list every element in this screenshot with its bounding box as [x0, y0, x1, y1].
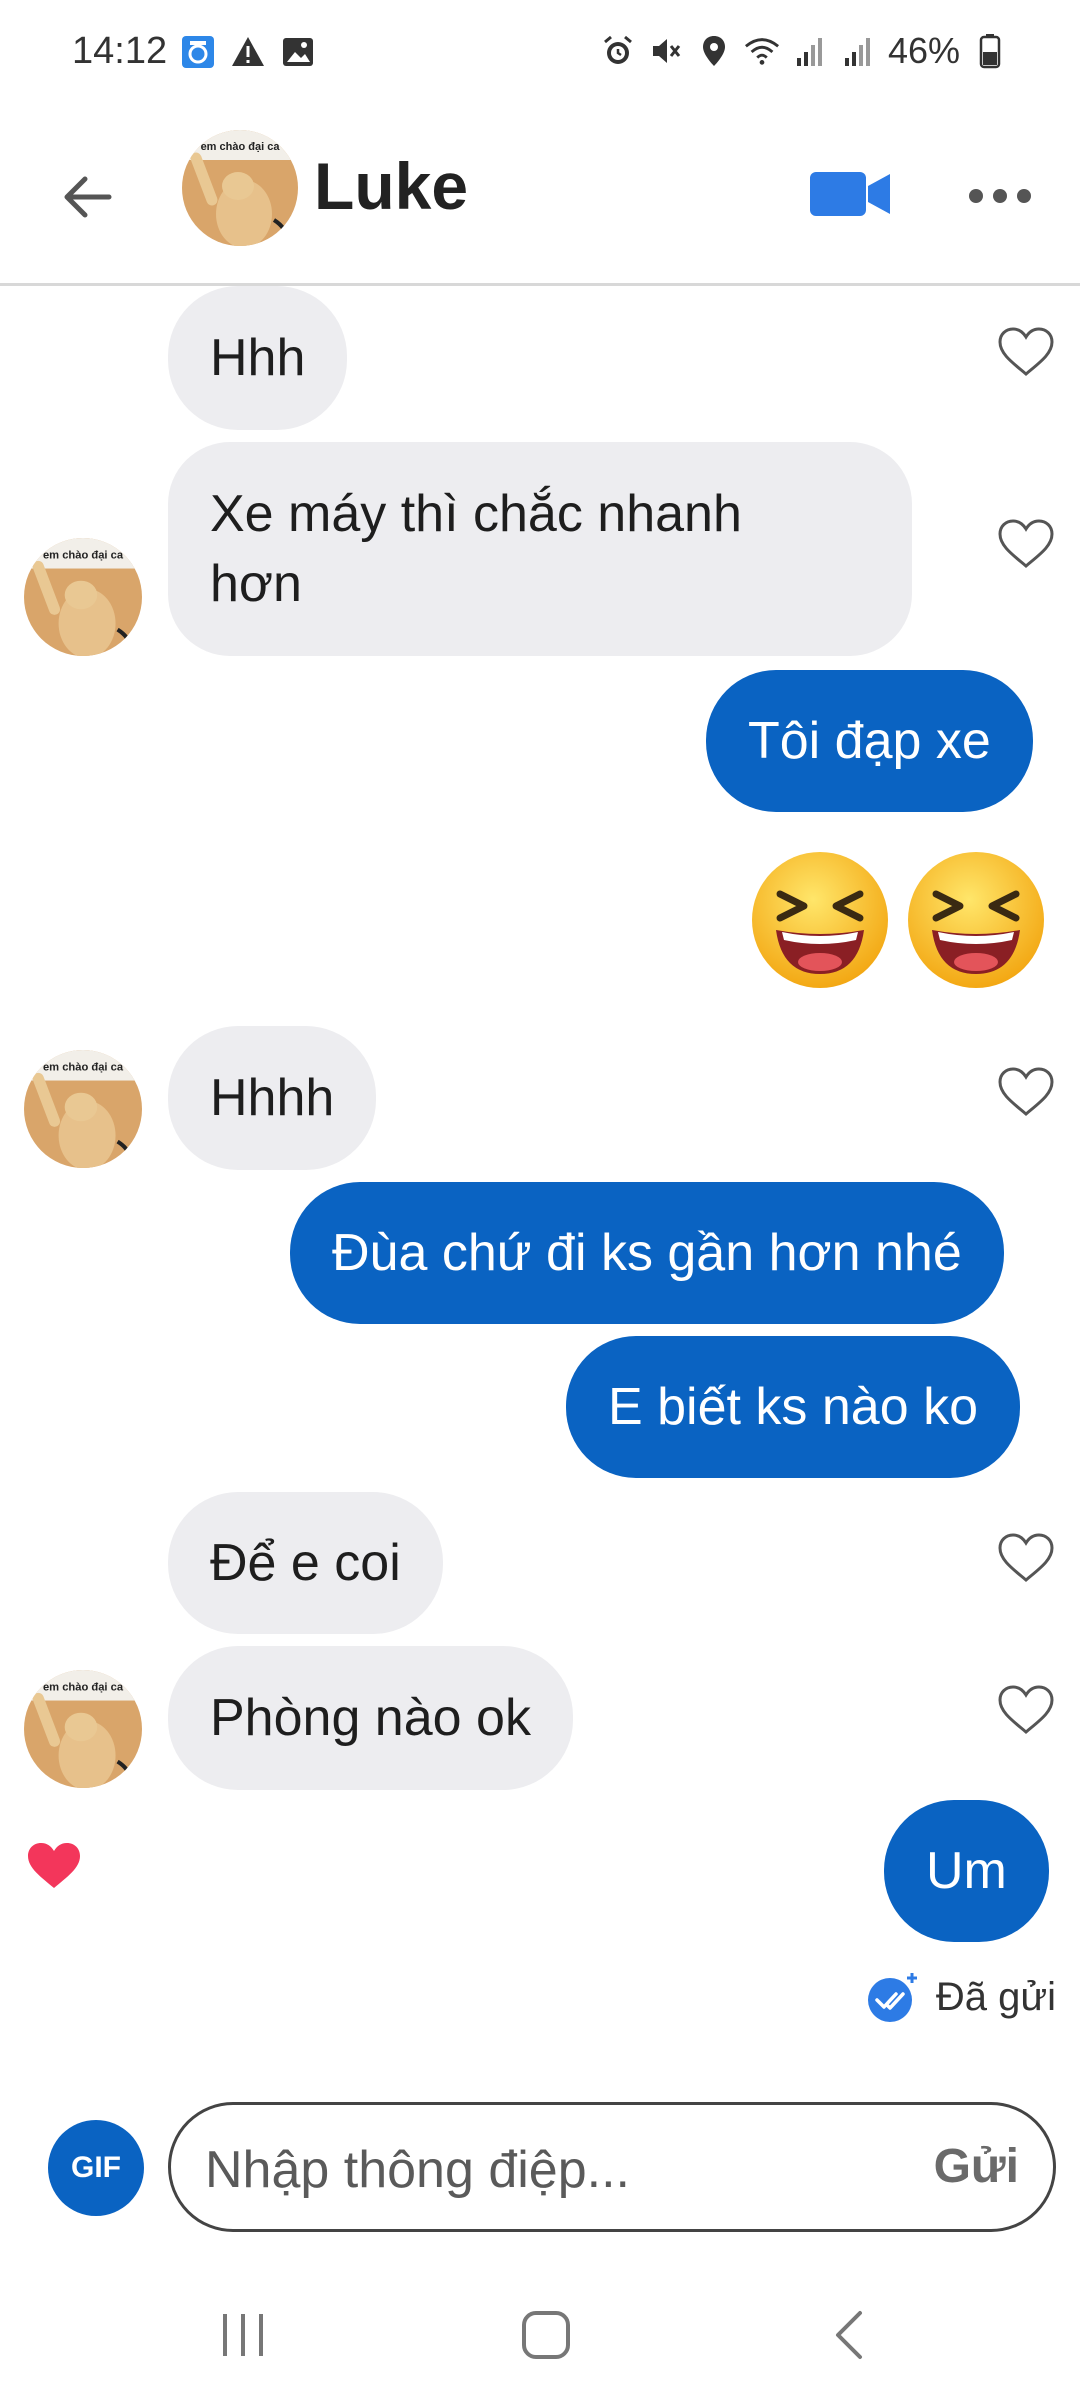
heart-outline-icon	[998, 519, 1054, 568]
heart-outline-icon	[998, 1533, 1054, 1582]
svg-text:em chào đại ca: em chào đại ca	[43, 1061, 124, 1073]
heart-outline-icon	[998, 1067, 1054, 1116]
sent-check-icon	[867, 1973, 917, 2022]
avatar[interactable]: em chào đại ca	[24, 538, 142, 656]
gif-button[interactable]: GIF	[48, 2120, 144, 2216]
message-incoming[interactable]: Xe máy thì chắc nhanh hơn	[168, 442, 912, 656]
message-incoming[interactable]: Hhh	[168, 286, 348, 430]
wifi-icon	[744, 33, 780, 69]
laughing-face-icon	[908, 852, 1044, 988]
location-icon	[696, 33, 732, 69]
like-message-button[interactable]	[996, 322, 1056, 382]
message-incoming[interactable]: Để e coi	[168, 1492, 443, 1634]
home-button[interactable]	[506, 2300, 586, 2370]
image-icon	[280, 34, 316, 70]
arrow-left-icon	[64, 176, 112, 218]
more-options-button[interactable]	[962, 166, 1038, 226]
svg-text:em chào đại ca: em chào đại ca	[43, 1681, 124, 1693]
like-message-button[interactable]	[996, 1680, 1056, 1740]
battery-icon	[972, 33, 1008, 69]
system-nav-bar	[0, 2260, 1080, 2400]
heart-filled-icon	[28, 1843, 80, 1888]
like-message-button[interactable]	[996, 1528, 1056, 1588]
message-outgoing[interactable]: Đùa chứ đi ks gần hơn nhé	[290, 1182, 1004, 1324]
message-outgoing[interactable]: Tôi đạp xe	[706, 670, 1033, 812]
contact-name[interactable]: Luke	[314, 148, 468, 224]
contact-avatar[interactable]: em chào đại ca	[182, 130, 298, 246]
signal-icon	[792, 33, 828, 69]
status-bar: 14:12 46%	[0, 0, 1080, 110]
laughing-face-icon	[752, 852, 888, 988]
more-horizontal-icon	[969, 189, 1031, 203]
message-outgoing[interactable]: E biết ks nào ko	[566, 1336, 1020, 1478]
status-time: 14:12	[72, 30, 168, 72]
chevron-left-icon	[836, 2311, 862, 2359]
message-composer: Gửi	[168, 2102, 1056, 2232]
recent-apps-icon	[223, 2314, 263, 2356]
emoji-message[interactable]	[748, 848, 1058, 996]
heart-outline-icon	[998, 327, 1054, 376]
back-button[interactable]	[52, 162, 122, 232]
message-input[interactable]	[205, 2127, 865, 2213]
avatar[interactable]: em chào đại ca	[24, 1050, 142, 1168]
avatar[interactable]: em chào đại ca	[24, 1670, 142, 1788]
battery-percent: 46%	[887, 30, 960, 71]
video-camera-icon	[810, 172, 890, 216]
avatar-caption: em chào đại ca	[201, 141, 281, 153]
recent-apps-button[interactable]	[204, 2300, 284, 2370]
message-incoming[interactable]: Phòng nào ok	[168, 1646, 573, 1790]
like-message-button[interactable]	[996, 514, 1056, 574]
mute-icon	[648, 33, 684, 69]
heart-outline-icon	[998, 1685, 1054, 1734]
send-button[interactable]: Gửi	[934, 2139, 1019, 2194]
signal-icon	[840, 33, 876, 69]
heart-reaction[interactable]	[24, 1836, 84, 1896]
home-icon	[522, 2311, 570, 2359]
warning-icon	[230, 34, 266, 70]
video-call-button[interactable]	[808, 162, 892, 226]
system-back-button[interactable]	[810, 2300, 890, 2370]
conversation-header: em chào đại ca Luke	[0, 110, 1080, 286]
photo-sync-icon	[180, 34, 216, 70]
like-message-button[interactable]	[996, 1062, 1056, 1122]
alarm-icon	[600, 33, 636, 69]
message-outgoing[interactable]: Um	[884, 1800, 1049, 1942]
svg-text:em chào đại ca: em chào đại ca	[43, 549, 124, 561]
message-incoming[interactable]: Hhhh	[168, 1026, 377, 1170]
sent-status: Đã gửi	[866, 1970, 1056, 2024]
